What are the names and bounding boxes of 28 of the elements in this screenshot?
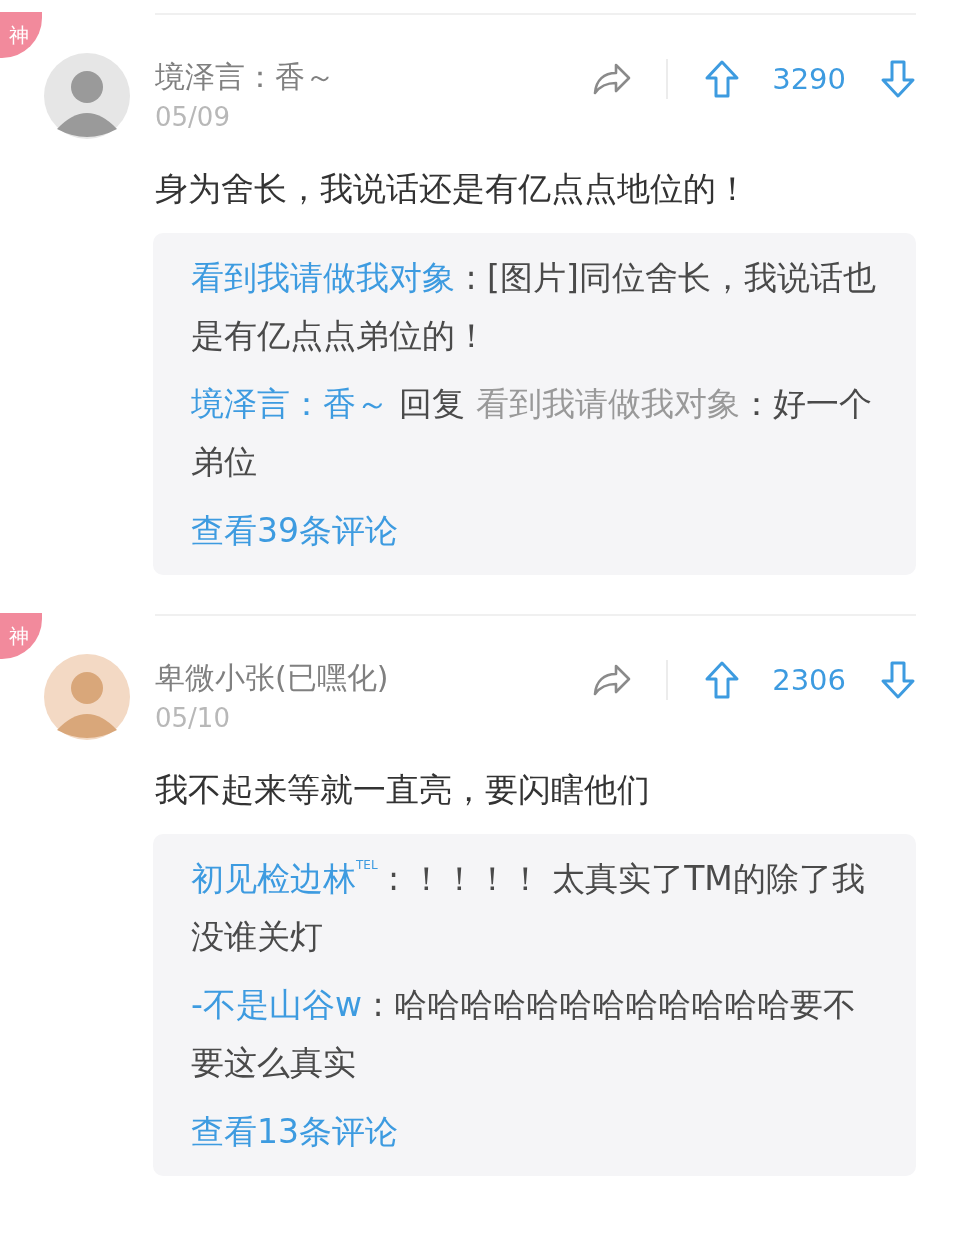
view-replies-link[interactable]: 查看39条评论 [191, 505, 398, 557]
comment-date: 05/09 [155, 101, 230, 134]
user-tag: TEL [356, 858, 378, 872]
downvote-icon[interactable] [880, 59, 916, 99]
badge: 神 [0, 12, 42, 58]
reply-text: 境泽言：香～ 回复 看到我请做我对象：好一个弟位 [191, 383, 873, 483]
reply-text: 看到我请做我对象 : [图片]同位舍长，我说话也是有亿点点弟位的！ [191, 257, 877, 357]
reply-text: -不是山谷w : 哈哈哈哈哈哈哈哈哈哈哈哈要不要这么真实 [191, 984, 857, 1084]
vote-count: 2306 [772, 663, 846, 697]
view-replies-link[interactable]: 查看13条评论 [191, 1106, 398, 1158]
reply-author[interactable]: 境泽言：香～ [191, 384, 389, 423]
comment-text: 我不起来等就一直亮，要闪瞎他们 [155, 769, 651, 811]
comment-date: 05/10 [155, 702, 230, 735]
reply-author[interactable]: 看到我请做我对象 [191, 258, 455, 297]
badge: 神 [0, 613, 42, 659]
share-icon[interactable] [592, 663, 633, 697]
downvote-icon[interactable] [880, 660, 916, 700]
reply-text: 初见检边林$^{TEL}$ : ！！！！ 太真实了TM的除了我没谁关灯 [191, 857, 866, 958]
reply-author[interactable]: 初见检边林 [191, 859, 356, 898]
reply-target[interactable]: 看到我请做我对象 [476, 384, 740, 423]
reply-author[interactable]: -不是山谷w [191, 985, 362, 1024]
author-name[interactable]: 卑微小张(已嘿化) [155, 656, 389, 700]
upvote-icon[interactable] [704, 660, 741, 700]
upvote-icon[interactable] [704, 59, 741, 99]
author-name[interactable]: 境泽言：香～ [155, 55, 335, 99]
share-icon[interactable] [592, 62, 633, 96]
vote-count: 3290 [772, 62, 846, 96]
comment-text: 身为舍长，我说话还是有亿点点地位的！ [155, 168, 750, 210]
